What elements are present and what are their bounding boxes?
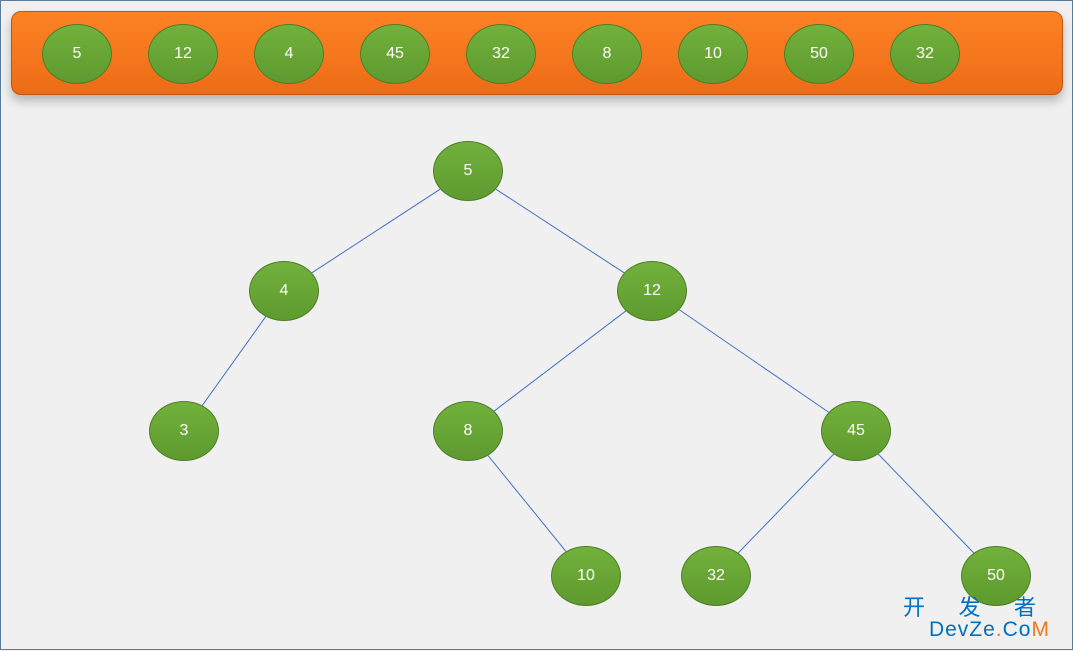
array-node: 12 [148, 24, 218, 84]
tree-node: 4 [249, 261, 319, 321]
array-node: 8 [572, 24, 642, 84]
tree-edge [488, 456, 566, 552]
tree-edge [496, 189, 624, 273]
array-bar: 5 12 4 45 32 8 10 50 32 [11, 11, 1063, 95]
array-node: 4 [254, 24, 324, 84]
tree-node: 3 [149, 401, 219, 461]
tree-edge [494, 311, 626, 411]
tree-node: 45 [821, 401, 891, 461]
tree-node: 8 [433, 401, 503, 461]
tree-edge [312, 189, 440, 273]
tree-node: 10 [551, 546, 621, 606]
diagram-canvas: 5 12 4 45 32 8 10 50 32 5 4 12 3 8 45 10 32 50 开 发 者 Dev… [0, 0, 1073, 650]
tree-node: 50 [961, 546, 1031, 606]
watermark-line2: DevZe.CoM [903, 619, 1050, 641]
tree-node: 32 [681, 546, 751, 606]
watermark: 开 发 者 DevZe.CoM [903, 596, 1050, 641]
array-node: 50 [784, 24, 854, 84]
tree-edge [878, 454, 973, 553]
array-node: 32 [890, 24, 960, 84]
array-node: 10 [678, 24, 748, 84]
tree-edge [738, 454, 833, 553]
tree-edge [202, 317, 265, 406]
array-node: 32 [466, 24, 536, 84]
tree-node: 5 [433, 141, 503, 201]
tree-edge [679, 310, 828, 412]
tree-node: 12 [617, 261, 687, 321]
array-node: 5 [42, 24, 112, 84]
array-node: 45 [360, 24, 430, 84]
tree-edges [1, 1, 1073, 651]
